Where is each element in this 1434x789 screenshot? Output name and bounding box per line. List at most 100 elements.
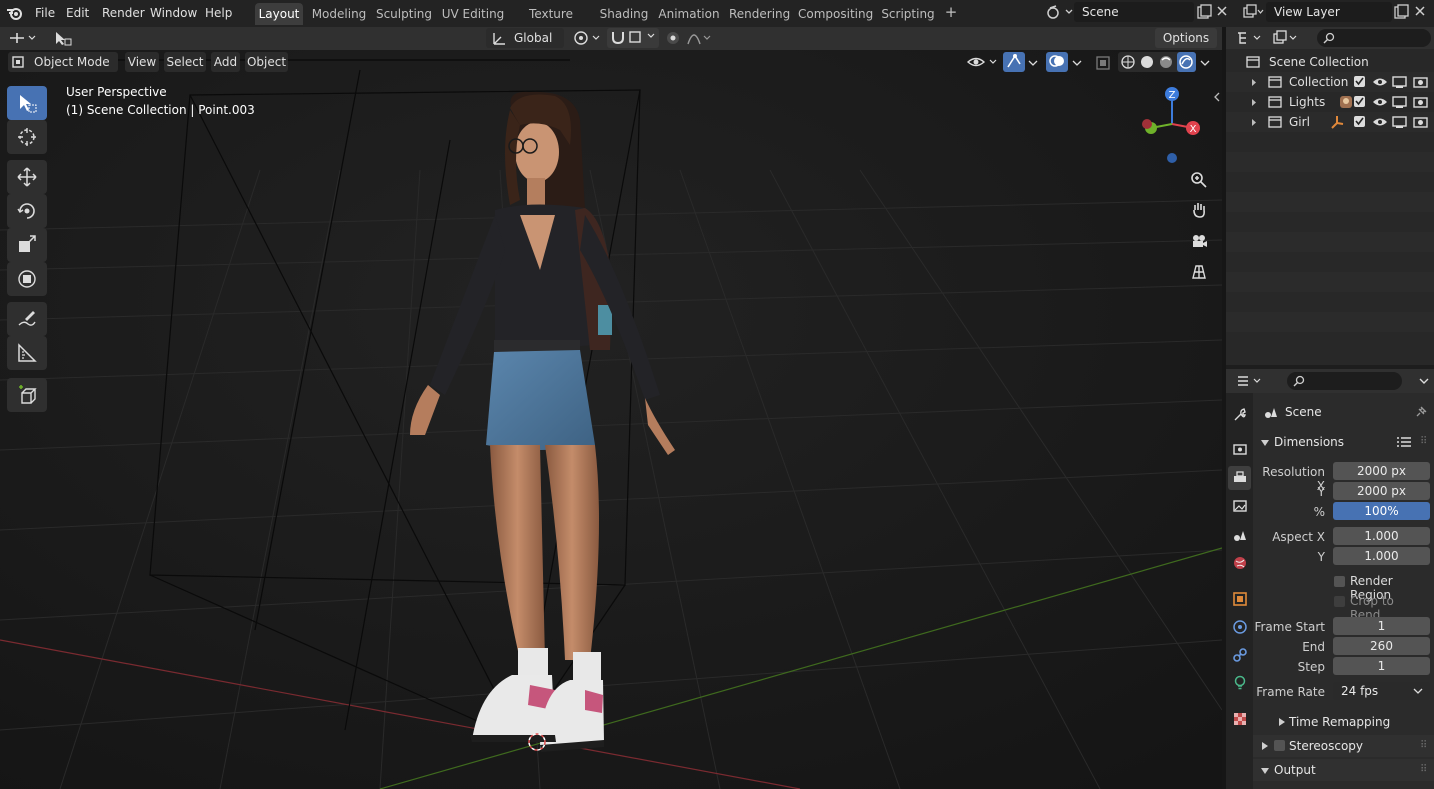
outliner-editor-type-icon[interactable] <box>1236 30 1266 46</box>
solid-shading-icon[interactable] <box>1141 56 1153 68</box>
exclude-checkbox-icon[interactable] <box>1354 116 1365 127</box>
add-cube-tool[interactable] <box>7 378 47 412</box>
crop-to-render-checkbox[interactable] <box>1334 596 1345 607</box>
properties-search-input[interactable] <box>1287 372 1402 390</box>
camera-view-icon[interactable] <box>1185 228 1213 256</box>
tab-texture-paint[interactable]: Texture Paint <box>513 3 589 43</box>
measure-tool[interactable] <box>7 336 47 370</box>
tab-rendering[interactable]: Rendering <box>729 3 790 25</box>
drag-handle-icon[interactable]: ⠿ <box>1420 735 1427 757</box>
3d-viewport[interactable]: User Perspective (1) Scene Collection | … <box>0 50 1222 789</box>
tab-texture[interactable] <box>1228 707 1251 731</box>
drag-handle-icon[interactable]: ⠿ <box>1420 431 1427 453</box>
frame-start-field[interactable]: 1 <box>1333 617 1430 635</box>
aspect-x-field[interactable]: 1.000 <box>1333 527 1430 545</box>
cursor-tool[interactable] <box>7 120 47 154</box>
tab-scene[interactable] <box>1228 523 1251 547</box>
view-layer-field[interactable]: View Layer <box>1266 2 1392 22</box>
select-tool-options-icon[interactable] <box>53 30 73 47</box>
delete-scene-icon[interactable] <box>1216 5 1228 17</box>
annotate-tool[interactable] <box>7 302 47 336</box>
tab-uv-editing[interactable]: UV Editing <box>441 3 505 25</box>
wireframe-shading-icon[interactable] <box>1121 55 1135 69</box>
expand-arrow-icon[interactable] <box>1250 118 1258 127</box>
material-shading-icon[interactable] <box>1160 56 1172 68</box>
perspective-toggle-icon[interactable] <box>1185 258 1213 286</box>
sidebar-toggle-icon[interactable] <box>1213 92 1221 102</box>
eye-icon[interactable] <box>1373 78 1387 86</box>
shading-dropdown-icon[interactable] <box>1198 54 1212 71</box>
tab-world[interactable] <box>1228 551 1251 575</box>
presets-list-icon[interactable] <box>1396 436 1412 448</box>
tab-render[interactable] <box>1228 437 1251 461</box>
proportional-editing-icon[interactable] <box>664 30 714 47</box>
eye-icon[interactable] <box>1373 98 1387 106</box>
render-region-checkbox[interactable] <box>1334 576 1345 587</box>
render-camera-icon[interactable] <box>1413 117 1428 128</box>
resolution-y-field[interactable]: 2000 px <box>1333 482 1430 500</box>
options-dropdown[interactable]: Options <box>1155 28 1217 48</box>
menu-object[interactable]: Object <box>245 52 288 72</box>
editor-type-icon[interactable] <box>8 30 38 47</box>
monitor-icon[interactable] <box>1392 116 1407 128</box>
exclude-checkbox-icon[interactable] <box>1354 76 1365 87</box>
frame-end-field[interactable]: 260 <box>1333 637 1430 655</box>
tab-sculpting[interactable]: Sculpting <box>375 3 433 25</box>
outliner-search-input[interactable] <box>1317 29 1431 47</box>
snapping-toggle[interactable] <box>607 28 659 48</box>
resolution-percent-slider[interactable]: 100% <box>1333 502 1430 520</box>
rotate-tool[interactable] <box>7 194 47 228</box>
zoom-icon[interactable] <box>1185 166 1213 194</box>
menu-add[interactable]: Add <box>211 52 240 72</box>
dimensions-panel-header[interactable]: Dimensions ⠿ <box>1253 431 1434 453</box>
gizmo-toggle[interactable] <box>1003 52 1025 72</box>
expand-arrow-icon[interactable] <box>1250 98 1258 107</box>
tab-scripting[interactable]: Scripting <box>880 3 936 25</box>
outliner-item-collection[interactable]: Collection <box>1226 72 1434 92</box>
tab-view-layer[interactable] <box>1228 494 1251 518</box>
frame-step-field[interactable]: 1 <box>1333 657 1430 675</box>
properties-editor-type-icon[interactable] <box>1236 373 1266 389</box>
scene-name-field[interactable]: Scene <box>1074 2 1194 22</box>
scene-selector-icon[interactable] <box>1046 4 1074 20</box>
time-remapping-subpanel[interactable]: Time Remapping <box>1266 711 1430 733</box>
select-box-tool[interactable] <box>7 86 47 120</box>
pivot-point-icon[interactable] <box>571 30 603 47</box>
new-view-layer-icon[interactable] <box>1393 4 1409 20</box>
outliner-item-scene-collection[interactable]: Scene Collection <box>1226 52 1434 72</box>
render-camera-icon[interactable] <box>1413 97 1428 108</box>
menu-select[interactable]: Select <box>164 52 206 72</box>
exclude-checkbox-icon[interactable] <box>1354 96 1365 107</box>
output-panel-header[interactable]: Output ⠿ <box>1253 759 1434 781</box>
menu-edit[interactable]: Edit <box>60 3 95 23</box>
monitor-icon[interactable] <box>1392 96 1407 108</box>
tab-layout[interactable]: Layout <box>255 3 303 25</box>
tab-constraints[interactable] <box>1228 643 1251 667</box>
menu-render[interactable]: Render <box>96 3 151 23</box>
delete-view-layer-icon[interactable] <box>1414 5 1426 17</box>
stereoscopy-checkbox[interactable] <box>1274 740 1285 751</box>
tab-object[interactable] <box>1228 587 1251 611</box>
render-camera-icon[interactable] <box>1413 77 1428 88</box>
drag-handle-icon[interactable]: ⠿ <box>1420 759 1427 781</box>
monitor-icon[interactable] <box>1392 76 1407 88</box>
menu-view[interactable]: View <box>125 52 159 72</box>
tab-animation[interactable]: Animation <box>657 3 721 25</box>
tab-modeling[interactable]: Modeling <box>309 3 369 25</box>
overlays-toggle[interactable] <box>1046 52 1068 72</box>
stereoscopy-panel-header[interactable]: Stereoscopy ⠿ <box>1253 735 1434 757</box>
tab-physics[interactable] <box>1228 615 1251 639</box>
tab-tool[interactable] <box>1228 403 1251 427</box>
menu-file[interactable]: File <box>29 3 61 23</box>
display-mode-icon[interactable] <box>1272 30 1302 46</box>
tab-object-data[interactable] <box>1228 671 1251 695</box>
pan-hand-icon[interactable] <box>1185 196 1213 224</box>
aspect-y-field[interactable]: 1.000 <box>1333 547 1430 565</box>
menu-help[interactable]: Help <box>199 3 238 23</box>
scale-tool[interactable] <box>7 228 47 262</box>
visibility-dropdown-icon[interactable] <box>966 54 1000 71</box>
outliner-item-girl[interactable]: Girl <box>1226 112 1434 132</box>
chevron-down-icon[interactable] <box>1418 375 1430 387</box>
add-workspace-button[interactable]: + <box>943 5 959 21</box>
frame-rate-dropdown[interactable]: 24 fps <box>1333 682 1430 700</box>
